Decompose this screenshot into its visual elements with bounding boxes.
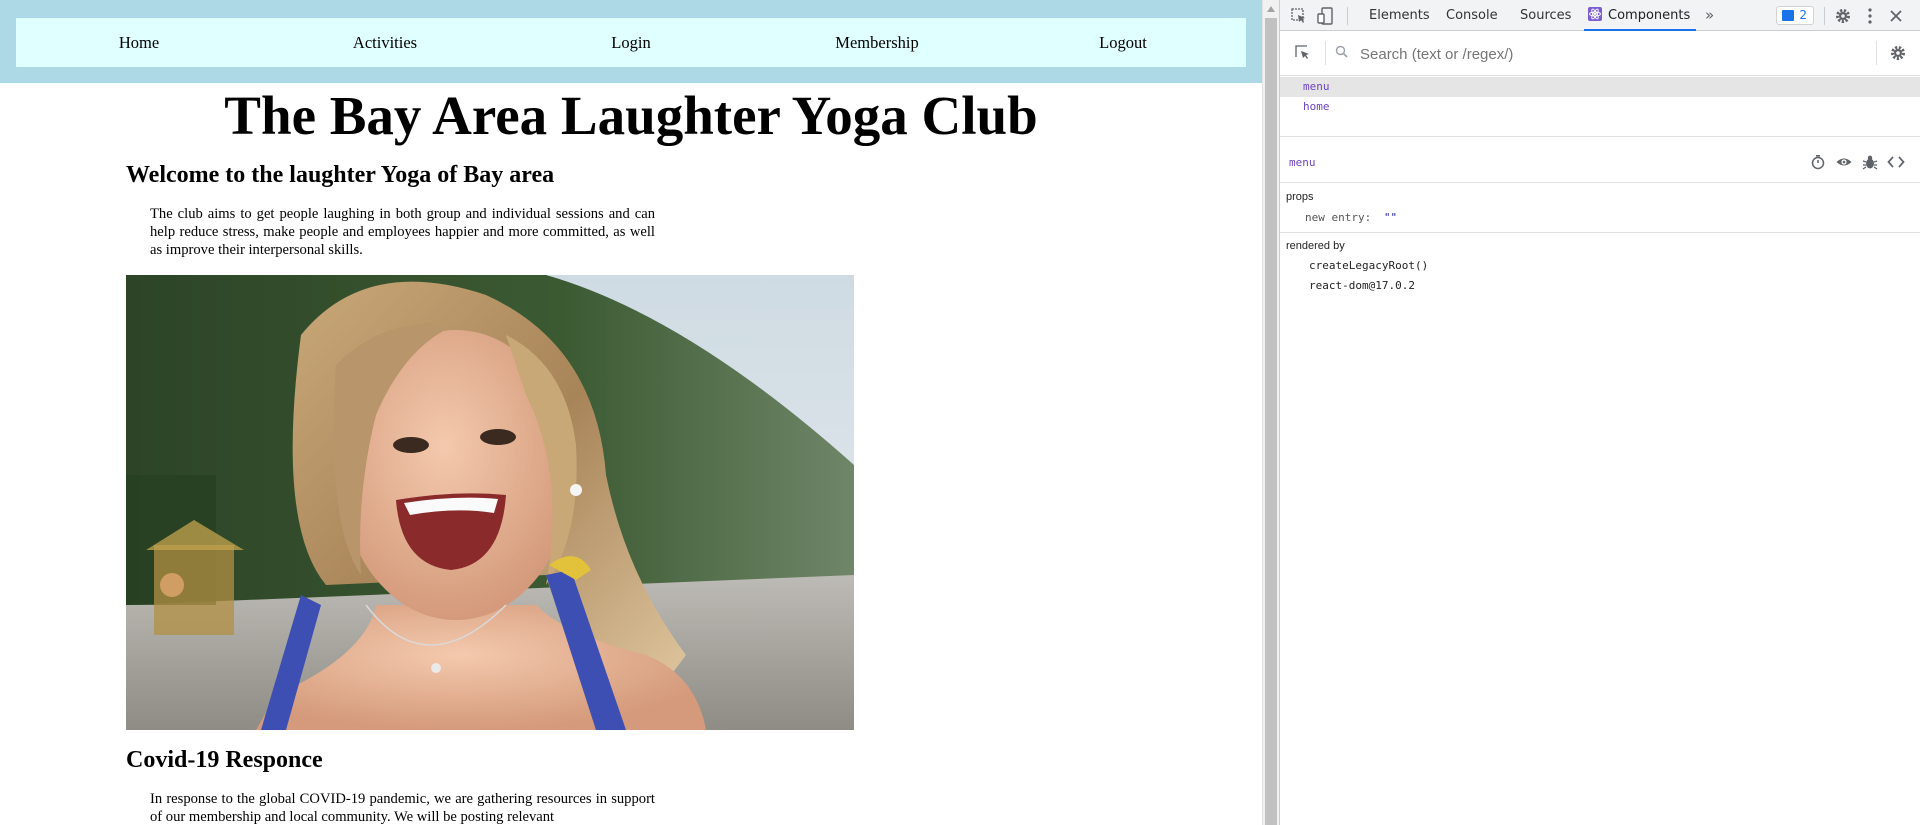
hero-photo [126, 275, 854, 730]
bug-icon[interactable] [1861, 153, 1879, 171]
nav-membership[interactable]: Membership [754, 33, 1000, 53]
tab-console[interactable]: Console [1446, 0, 1498, 31]
stopwatch-icon[interactable] [1809, 153, 1827, 171]
tree-divider [1280, 136, 1920, 137]
inspect-element-icon[interactable] [1289, 6, 1309, 26]
scroll-thumb[interactable] [1265, 18, 1277, 825]
selected-component-name: menu [1289, 156, 1316, 169]
scroll-up-arrow-icon[interactable] [1267, 6, 1275, 12]
device-toolbar-icon[interactable] [1316, 6, 1336, 26]
screen: Home Activities Login Membership Logout … [0, 0, 1920, 825]
nav-logout[interactable]: Logout [1000, 33, 1246, 53]
prop-row[interactable]: new entry: "" [1305, 211, 1397, 224]
tab-components[interactable]: Components [1584, 0, 1697, 31]
rendered-by-label: rendered by [1286, 240, 1345, 252]
covid-paragraph: In response to the global COVID-19 pande… [150, 791, 655, 825]
tab-components-label: Components [1608, 8, 1691, 23]
covid-heading: Covid-19 Responce [126, 747, 323, 773]
rendered-by-item: react-dom@17.0.2 [1309, 279, 1415, 292]
nav-bar: Home Activities Login Membership Logout [16, 18, 1246, 67]
close-icon[interactable] [1886, 6, 1906, 26]
welcome-paragraph: The club aims to get people laughing in … [150, 206, 655, 258]
rendered-by-item: createLegacyRoot() [1309, 259, 1429, 272]
site-title: The Bay Area Laughter Yoga Club [224, 85, 1038, 146]
issues-icon [1782, 10, 1794, 21]
prop-value[interactable]: "" [1384, 211, 1397, 224]
props-label: props [1286, 191, 1314, 203]
issues-badge[interactable]: 2 [1776, 6, 1814, 25]
selected-component-header: menu [1280, 143, 1920, 183]
issues-count: 2 [1799, 8, 1807, 22]
nav-home[interactable]: Home [16, 33, 262, 53]
search-icon [1334, 44, 1350, 60]
settings-gear-icon[interactable] [1833, 6, 1853, 26]
tree-item-home[interactable]: home [1280, 97, 1920, 117]
nav-login[interactable]: Login [508, 33, 754, 53]
nav-activities[interactable]: Activities [262, 33, 508, 53]
props-divider [1280, 232, 1920, 233]
more-tabs-icon[interactable]: » [1705, 5, 1725, 25]
page-scrollbar[interactable] [1262, 0, 1279, 825]
react-components-icon [1588, 2, 1602, 21]
tabbar-separator [1347, 7, 1348, 25]
select-component-icon[interactable] [1293, 43, 1313, 63]
view-source-icon[interactable] [1887, 153, 1905, 171]
component-search-bar [1280, 31, 1920, 76]
component-search-input[interactable] [1358, 43, 1758, 65]
devtools-panel: Elements Console Sources Components » 2 [1279, 0, 1920, 825]
tree-item-menu[interactable]: menu [1280, 77, 1920, 97]
tab-sources[interactable]: Sources [1520, 0, 1571, 31]
search-separator [1325, 41, 1326, 65]
web-page: Home Activities Login Membership Logout … [0, 0, 1262, 825]
component-tree: menu home [1280, 77, 1920, 117]
prop-key: new entry: [1305, 211, 1372, 224]
eye-icon[interactable] [1835, 153, 1853, 171]
tabbar-separator-2 [1824, 7, 1825, 25]
welcome-heading: Welcome to the laughter Yoga of Bay area [126, 162, 555, 188]
devtools-tab-bar: Elements Console Sources Components » 2 [1280, 0, 1920, 31]
kebab-menu-icon[interactable] [1860, 6, 1880, 26]
nav-band: Home Activities Login Membership Logout [0, 0, 1262, 83]
settings-gear-icon[interactable] [1888, 43, 1908, 63]
search-separator-2 [1876, 41, 1877, 65]
tab-elements[interactable]: Elements [1369, 0, 1430, 31]
